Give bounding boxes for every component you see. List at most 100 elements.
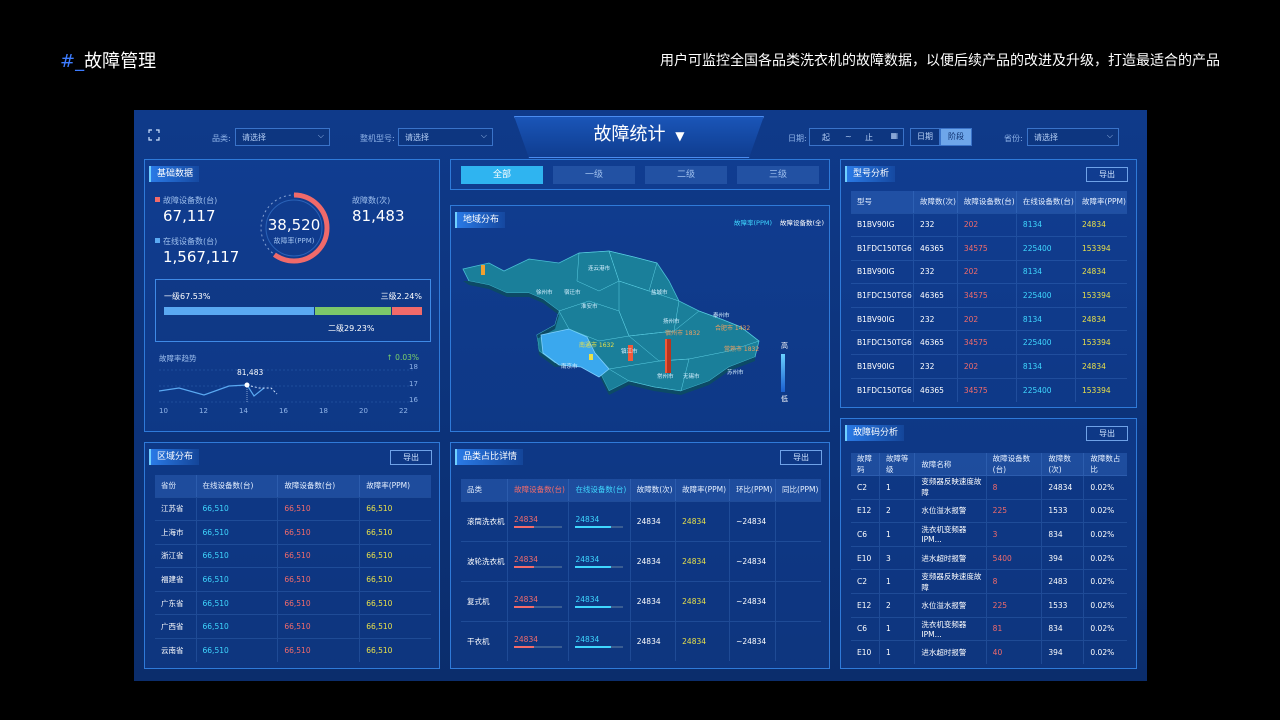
category-select[interactable]: 请选择 ⌵ xyxy=(235,128,330,146)
trend-x-tick: 12 xyxy=(199,407,208,415)
faultcode-export-button[interactable]: 导出 xyxy=(1086,426,1128,441)
basic-data-title: 基础数据 xyxy=(149,166,200,182)
category-header-cell: 故障数(次) xyxy=(629,479,676,501)
region-cell: 66,510 xyxy=(277,543,360,568)
chevron-down-icon: ⌵ xyxy=(1106,131,1113,140)
table-row[interactable]: B1BV90IG 232 202 8134 24834 xyxy=(851,354,1127,379)
model-header-cell: 型号 xyxy=(851,191,914,213)
table-row[interactable]: 复式机 24834 24834 24834 24834 ~24834 xyxy=(461,580,821,621)
table-row[interactable]: 江苏省 66,510 66,510 66,510 xyxy=(155,496,431,521)
tab-level2[interactable]: 二级 xyxy=(645,166,727,184)
region-title: 区域分布 xyxy=(149,449,200,465)
table-row[interactable]: 波轮洗衣机 24834 24834 24834 24834 ~24834 xyxy=(461,540,821,581)
category-cell: ~24834 xyxy=(729,540,776,581)
map-legend-rate[interactable]: 故障率(PPM) xyxy=(734,217,772,227)
table-row[interactable]: B1FDC150TG6 46365 34575 225400 153394 xyxy=(851,330,1127,355)
model-export-button[interactable]: 导出 xyxy=(1086,167,1128,182)
table-row[interactable]: 福建省 66,510 66,510 66,510 xyxy=(155,567,431,592)
model-cell: 8134 xyxy=(1015,306,1076,331)
map-callout-4: 南通市 1632 xyxy=(579,342,615,349)
trend-x-tick: 14 xyxy=(239,407,248,415)
table-row[interactable]: B1BV90IG 232 202 8134 24834 xyxy=(851,259,1127,284)
tab-level1[interactable]: 一级 xyxy=(553,166,635,184)
faultcode-cell: 1 xyxy=(878,640,915,665)
table-row[interactable]: B1BV90IG 232 202 8134 24834 xyxy=(851,306,1127,331)
table-row[interactable]: B1FDC150TG6 46365 34575 225400 153394 xyxy=(851,377,1127,402)
level1-label: 一级67.53% xyxy=(164,292,211,301)
region-cell: 66,510 xyxy=(195,520,278,545)
faultcode-cell: 1 xyxy=(878,569,915,594)
table-row[interactable]: B1FDC150TG6 46365 34575 225400 153394 xyxy=(851,283,1127,308)
table-row[interactable]: B1FDC150TG6 46365 34575 225400 153394 xyxy=(851,236,1127,261)
date-end: 止 xyxy=(865,133,873,142)
tab-all[interactable]: 全部 xyxy=(461,166,543,184)
faultcode-cell: 40 xyxy=(985,640,1042,665)
fullscreen-icon[interactable] xyxy=(148,129,160,141)
level-stacked-bar xyxy=(164,307,422,315)
model-cell: 232 xyxy=(913,306,958,331)
map-city-label: 常州市 xyxy=(657,374,674,380)
region-cell: 福建省 xyxy=(155,567,197,592)
dashboard: 品类: 请选择 ⌵ 整机型号: 请选择 ⌵ 故障统计 ▼ 日期: 起 ~ 止 ▦ 日… xyxy=(134,110,1147,681)
faultcode-cell: 1533 xyxy=(1041,592,1084,618)
faultcode-cell: 洗衣机变频器IPM... xyxy=(914,616,987,641)
map-callout-1: 宿州市 1832 xyxy=(665,330,701,337)
model-cell: 153394 xyxy=(1075,236,1127,261)
category-cell: ~24834 xyxy=(729,620,776,661)
table-row[interactable]: C2 1 变频器反映速度故障 8 24834 0.02% xyxy=(851,475,1127,500)
page-heading: #_故障管理 xyxy=(60,47,156,73)
category-cell: 24834 xyxy=(507,540,569,581)
table-row[interactable]: E12 2 水位溢水报警 225 1533 0.02% xyxy=(851,592,1127,618)
category-mini-bar xyxy=(514,525,563,528)
category-mini-bar xyxy=(575,525,624,528)
table-row[interactable]: 广西省 66,510 66,510 66,510 xyxy=(155,614,431,639)
province-select[interactable]: 请选择 ⌵ xyxy=(1027,128,1119,146)
caret-down-icon: ▼ xyxy=(675,129,685,143)
faultcode-cell: 394 xyxy=(1041,640,1084,665)
faultcode-cell: C2 xyxy=(851,569,880,594)
table-row[interactable]: B1BV90IG 232 202 8134 24834 xyxy=(851,212,1127,237)
dashboard-title-dropdown[interactable]: 故障统计 ▼ xyxy=(514,116,764,158)
faultcode-cell: 81 xyxy=(985,616,1042,641)
model-select[interactable]: 请选择 ⌵ xyxy=(398,128,493,146)
faultcode-cell: 0.02% xyxy=(1083,522,1127,547)
map-legend-devices[interactable]: 故障设备数(全) xyxy=(780,217,824,227)
category-cell: 24834 xyxy=(507,620,569,661)
table-row[interactable]: E10 1 进水超时报警 40 394 0.02% xyxy=(851,640,1127,665)
faultcode-cell: 394 xyxy=(1041,545,1084,570)
model-cell: 24834 xyxy=(1075,354,1127,379)
region-cell: 66,510 xyxy=(277,520,360,545)
region-map[interactable] xyxy=(459,241,789,401)
map-city-label: 镇江市 xyxy=(621,349,638,355)
trend-x-axis: 10 12 14 16 18 20 22 xyxy=(159,407,419,417)
model-cell: 153394 xyxy=(1075,377,1127,402)
category-cell xyxy=(775,540,821,581)
faultcode-cell: 进水超时报警 xyxy=(914,640,987,665)
model-cell: B1BV90IG xyxy=(851,306,914,331)
table-row[interactable]: 云南省 66,510 66,510 66,510 xyxy=(155,638,431,663)
tab-level3[interactable]: 三级 xyxy=(737,166,819,184)
table-row[interactable]: 滚筒洗衣机 24834 24834 24834 24834 ~24834 xyxy=(461,500,821,541)
date-range-input[interactable]: 起 ~ 止 ▦ xyxy=(809,128,904,146)
map-city-label: 淮安市 xyxy=(581,304,598,310)
table-row[interactable]: 干衣机 24834 24834 24834 24834 ~24834 xyxy=(461,620,821,661)
category-cell: 复式机 xyxy=(461,580,508,621)
table-row[interactable]: C2 1 变频器反映速度故障 8 2483 0.02% xyxy=(851,569,1127,594)
category-mini-bar-fill xyxy=(514,645,535,648)
period-button[interactable]: 阶段 xyxy=(940,128,972,146)
table-row[interactable]: 广东省 66,510 66,510 66,510 xyxy=(155,590,431,615)
table-row[interactable]: E12 2 水位溢水报警 225 1533 0.02% xyxy=(851,498,1127,523)
category-export-button[interactable]: 导出 xyxy=(780,450,822,465)
category-cell xyxy=(775,500,821,541)
table-row[interactable]: 上海市 66,510 66,510 66,510 xyxy=(155,520,431,545)
faultcode-cell: 洗衣机变频器IPM... xyxy=(914,522,987,547)
region-export-button[interactable]: 导出 xyxy=(390,450,432,465)
table-row[interactable]: 浙江省 66,510 66,510 66,510 xyxy=(155,543,431,568)
table-row[interactable]: C6 1 洗衣机变频器IPM... 81 834 0.02% xyxy=(851,616,1127,641)
table-row[interactable]: E10 3 进水超时报警 5400 394 0.02% xyxy=(851,545,1127,570)
category-cell: 波轮洗衣机 xyxy=(461,540,508,581)
region-cell: 江苏省 xyxy=(155,496,197,521)
day-button[interactable]: 日期 xyxy=(910,128,940,146)
model-cell: B1FDC150TG6 xyxy=(851,377,914,402)
table-row[interactable]: C6 1 洗衣机变频器IPM... 3 834 0.02% xyxy=(851,522,1127,547)
